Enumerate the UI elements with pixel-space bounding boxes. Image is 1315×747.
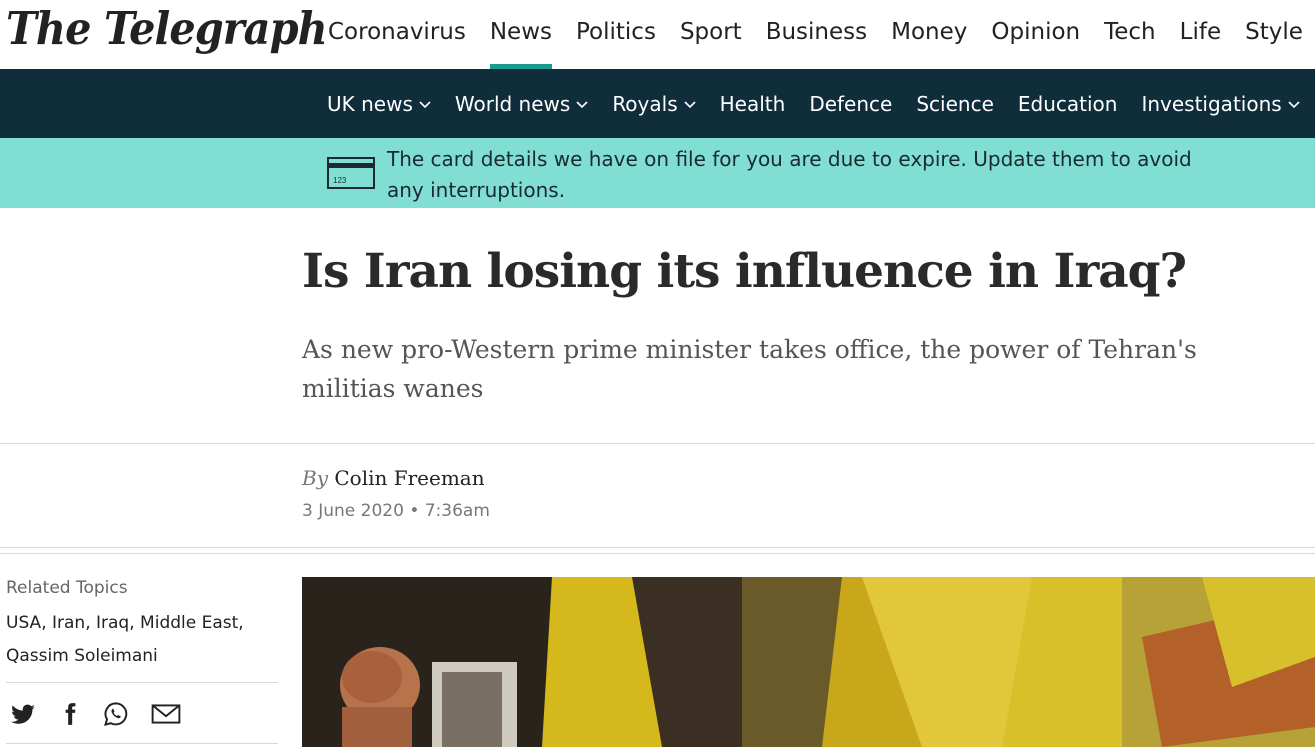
main-nav: Coronavirus News Politics Sport Business…	[316, 0, 1315, 69]
topic-link-iran[interactable]: Iran	[52, 613, 85, 633]
subnav-health[interactable]: Health	[708, 92, 798, 116]
subnav-label: UK news	[327, 91, 413, 116]
subnav-science[interactable]: Science	[904, 92, 1006, 116]
site-logo[interactable]: The Telegraph	[6, 2, 328, 55]
divider	[0, 547, 1315, 548]
publish-date: 3 June 2020 • 7:36am	[302, 501, 490, 521]
article-headline: Is Iran losing its influence in Iraq?	[302, 244, 1187, 299]
twitter-icon[interactable]	[10, 701, 36, 727]
chevron-down-icon	[684, 100, 696, 108]
nav-news[interactable]: News	[478, 0, 564, 69]
nav-style[interactable]: Style	[1233, 0, 1315, 69]
nav-coronavirus[interactable]: Coronavirus	[316, 0, 478, 69]
subnav-defence[interactable]: Defence	[797, 92, 904, 116]
divider	[0, 553, 1315, 554]
topic-link-usa[interactable]: USA	[6, 613, 41, 633]
article-hero-image[interactable]	[302, 577, 1315, 747]
divider	[0, 443, 1315, 444]
divider	[6, 682, 278, 683]
author-link[interactable]: Colin Freeman	[334, 466, 484, 490]
subnav-uk-news[interactable]: UK news	[315, 92, 443, 116]
article-standfirst: As new pro-Western prime minister takes …	[302, 335, 1197, 403]
nav-money[interactable]: Money	[879, 0, 979, 69]
nav-business[interactable]: Business	[754, 0, 879, 69]
nav-politics[interactable]: Politics	[564, 0, 668, 69]
topic-link-iraq[interactable]: Iraq	[96, 613, 129, 633]
subnav-label: Education	[1017, 91, 1118, 116]
nav-sport[interactable]: Sport	[668, 0, 754, 69]
topic-link-middle-east[interactable]: Middle East	[140, 613, 238, 633]
subnav-investigations[interactable]: Investigations	[1129, 92, 1311, 116]
subnav-education[interactable]: Education	[1006, 92, 1130, 116]
related-topics-label: Related Topics	[6, 578, 128, 598]
topic-link-qassim-soleimani[interactable]: Qassim Soleimani	[6, 646, 158, 666]
whatsapp-icon[interactable]	[103, 701, 129, 727]
related-topics-list: USA, Iran, Iraq, Middle East, Qassim Sol…	[6, 613, 244, 666]
subnav-label: Health	[719, 91, 786, 116]
byline-prefix: By	[302, 466, 328, 490]
subnav-world-news[interactable]: World news	[443, 92, 600, 116]
subnav-label: Science	[916, 91, 994, 116]
chevron-down-icon	[576, 100, 588, 108]
facebook-icon[interactable]	[57, 701, 83, 727]
top-header: The Telegraph Coronavirus News Politics …	[0, 0, 1315, 69]
banner-message: The card details we have on file for you…	[387, 147, 1192, 202]
credit-card-icon: 123	[327, 157, 375, 189]
chevron-down-icon	[419, 100, 431, 108]
subnav-label: World news	[454, 91, 571, 116]
section-subnav: UK news World news Royals Health Defence…	[0, 69, 1315, 138]
subnav-label: Investigations	[1141, 91, 1282, 116]
subnav-label: Defence	[809, 91, 893, 116]
nav-tech[interactable]: Tech	[1092, 0, 1168, 69]
nav-life[interactable]: Life	[1168, 0, 1233, 69]
subnav-label: Royals	[612, 91, 678, 116]
nav-opinion[interactable]: Opinion	[979, 0, 1092, 69]
card-icon-number: 123	[333, 176, 347, 185]
divider	[6, 743, 278, 744]
email-icon[interactable]	[151, 701, 181, 727]
chevron-down-icon	[1288, 100, 1300, 108]
subnav-royals[interactable]: Royals	[600, 92, 707, 116]
byline: By Colin Freeman	[302, 466, 485, 490]
